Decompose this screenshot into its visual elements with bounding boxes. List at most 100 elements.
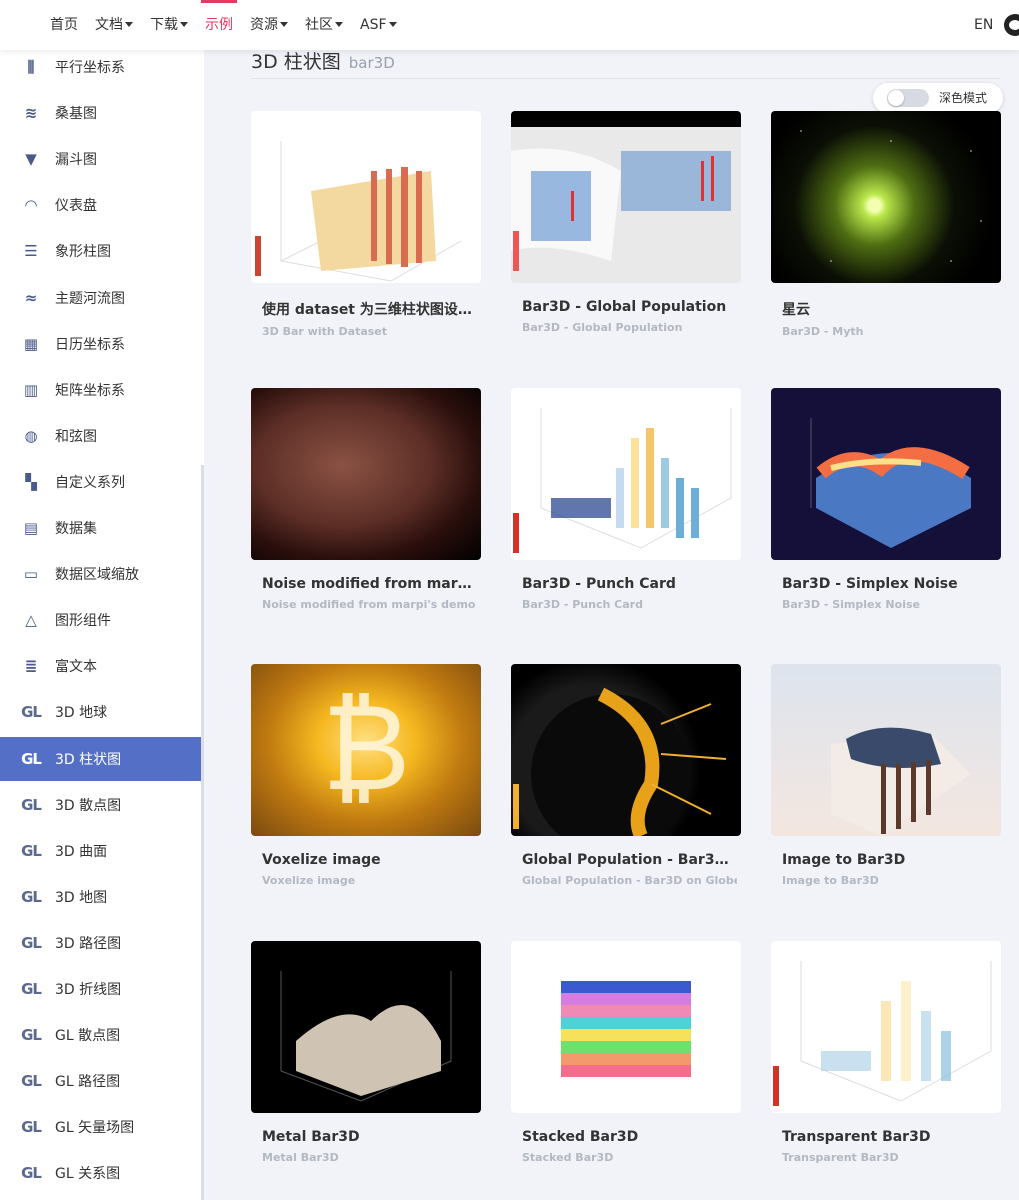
- toggle-switch[interactable]: [887, 89, 929, 107]
- sidebar-item[interactable]: GL 3D 路径图: [0, 921, 201, 965]
- example-card[interactable]: Stacked Bar3D Stacked Bar3D: [511, 941, 741, 1164]
- gl-icon: GL: [21, 1118, 42, 1136]
- example-title[interactable]: Image to Bar3D: [782, 852, 997, 868]
- sidebar-item-label: 矩阵坐标系: [55, 383, 125, 399]
- nav-community[interactable]: 社区: [305, 0, 343, 50]
- lang-switch[interactable]: EN: [974, 0, 993, 50]
- sidebar-scrollbar[interactable]: [201, 465, 204, 1200]
- sidebar-item[interactable]: GL 3D 柱状图: [0, 737, 201, 781]
- gl-icon: GL: [21, 842, 42, 860]
- example-card[interactable]: Global Population - Bar3D on Globe Global…: [511, 664, 741, 887]
- example-thumbnail[interactable]: [511, 941, 741, 1113]
- example-subtitle: Bar3D - Simplex Noise: [782, 598, 920, 611]
- github-icon[interactable]: [1004, 14, 1019, 36]
- nav-resources[interactable]: 资源: [250, 0, 288, 50]
- sidebar-item[interactable]: ▼ 漏斗图: [0, 137, 201, 181]
- example-card[interactable]: Noise modified from marpi's demo Noise mo…: [251, 388, 481, 611]
- example-thumbnail[interactable]: [771, 664, 1001, 836]
- sidebar-item-label: GL 散点图: [55, 1028, 121, 1044]
- example-title[interactable]: Noise modified from marpi's demo: [262, 576, 477, 592]
- example-card[interactable]: 使用 dataset 为三维柱状图设置数据 3D Bar with Dataset: [251, 111, 481, 338]
- example-card[interactable]: Bar3D - Simplex Noise Bar3D - Simplex Noi…: [771, 388, 1001, 611]
- sidebar-item[interactable]: ▦ 日历坐标系: [0, 322, 201, 366]
- nav-download[interactable]: 下载: [150, 0, 188, 50]
- nav-resources-label: 资源: [250, 17, 278, 33]
- sidebar-item[interactable]: GL GL 关系图: [0, 1151, 201, 1195]
- example-subtitle: Stacked Bar3D: [522, 1151, 614, 1164]
- example-subtitle: Voxelize image: [262, 874, 356, 887]
- lang-label: EN: [974, 17, 994, 33]
- example-card[interactable]: Bar3D - Global Population Bar3D - Global …: [511, 111, 741, 334]
- sidebar-item[interactable]: ≋ 桑基图: [0, 91, 201, 135]
- example-thumbnail[interactable]: [511, 388, 741, 560]
- parallel-icon: ⫼: [27, 58, 35, 76]
- sidebar-item[interactable]: GL 3D 散点图: [0, 783, 201, 827]
- example-subtitle: 3D Bar with Dataset: [262, 325, 388, 338]
- example-title[interactable]: 星云: [782, 299, 997, 319]
- sidebar-item[interactable]: ◍ 和弦图: [0, 414, 201, 458]
- sidebar-item-label: 象形柱图: [55, 244, 111, 260]
- sidebar-item[interactable]: GL GL 路径图: [0, 1059, 201, 1103]
- example-title[interactable]: Voxelize image: [262, 852, 477, 868]
- sidebar-item[interactable]: ◠ 仪表盘: [0, 183, 201, 227]
- nav-docs[interactable]: 文档: [95, 0, 133, 50]
- example-title[interactable]: Bar3D - Global Population: [522, 299, 737, 315]
- example-thumbnail[interactable]: [251, 941, 481, 1113]
- example-thumbnail[interactable]: [251, 388, 481, 560]
- sidebar-item-label: 主题河流图: [55, 291, 125, 307]
- example-thumbnail[interactable]: [771, 388, 1001, 560]
- example-card[interactable]: 星云 Bar3D - Myth: [771, 111, 1001, 338]
- example-subtitle: Noise modified from marpi's demo: [262, 598, 476, 611]
- calendar-icon: ▦: [23, 335, 39, 353]
- sidebar-item-label: 和弦图: [55, 429, 97, 445]
- example-thumbnail[interactable]: [771, 941, 1001, 1113]
- dark-mode-toggle[interactable]: 深色模式: [873, 83, 1003, 113]
- sidebar-item[interactable]: GL GL 散点图: [0, 1013, 201, 1057]
- example-title[interactable]: Bar3D - Punch Card: [522, 576, 737, 592]
- sidebar-item[interactable]: GL 3D 地球: [0, 690, 201, 734]
- example-subtitle: Bar3D - Punch Card: [522, 598, 643, 611]
- example-thumbnail[interactable]: [511, 664, 741, 836]
- example-card[interactable]: Metal Bar3D Metal Bar3D: [251, 941, 481, 1164]
- example-title[interactable]: 使用 dataset 为三维柱状图设置数据: [262, 299, 477, 319]
- sidebar-item[interactable]: GL GL 矢量场图: [0, 1105, 201, 1149]
- chevron-down-icon: [335, 22, 343, 27]
- sidebar-item[interactable]: GL 3D 折线图: [0, 967, 201, 1011]
- example-thumbnail[interactable]: ₿: [251, 664, 481, 836]
- sidebar-item[interactable]: GL 3D 地图: [0, 875, 201, 919]
- section-title-zh: 3D 柱状图: [251, 51, 341, 73]
- sidebar-item[interactable]: ▚ 自定义系列: [0, 460, 201, 504]
- example-title[interactable]: Transparent Bar3D: [782, 1129, 997, 1145]
- example-card[interactable]: Transparent Bar3D Transparent Bar3D: [771, 941, 1001, 1164]
- sidebar-item-label: GL 矢量场图: [55, 1120, 135, 1136]
- sidebar-item-label: 自定义系列: [55, 475, 125, 491]
- sidebar-item[interactable]: ▤ 数据集: [0, 506, 201, 550]
- example-thumbnail[interactable]: [511, 111, 741, 283]
- sidebar-item[interactable]: ≣ 富文本: [0, 644, 201, 688]
- example-card[interactable]: ₿ Voxelize image Voxelize image: [251, 664, 481, 887]
- sidebar-item[interactable]: ▭ 数据区域缩放: [0, 552, 201, 596]
- example-title[interactable]: Stacked Bar3D: [522, 1129, 737, 1145]
- sankey-icon: ≋: [24, 104, 38, 122]
- sidebar-item[interactable]: △ 图形组件: [0, 598, 201, 642]
- example-thumbnail[interactable]: [251, 111, 481, 283]
- sidebar-item-label: 仪表盘: [55, 198, 97, 214]
- sidebar-item[interactable]: ≈ 主题河流图: [0, 276, 201, 320]
- example-title[interactable]: Bar3D - Simplex Noise: [782, 576, 997, 592]
- example-title[interactable]: Global Population - Bar3D on Globe: [522, 852, 737, 868]
- nav-home[interactable]: 首页: [50, 0, 78, 50]
- sidebar-item[interactable]: ▥ 矩阵坐标系: [0, 368, 201, 412]
- sidebar-item[interactable]: ☰ 象形柱图: [0, 229, 201, 273]
- custom-series-icon: ▚: [25, 473, 37, 491]
- example-subtitle: Metal Bar3D: [262, 1151, 339, 1164]
- sidebar-item[interactable]: GL 3D 曲面: [0, 829, 201, 873]
- chevron-down-icon: [125, 22, 133, 27]
- nav-asf[interactable]: ASF: [360, 0, 397, 50]
- sidebar-item[interactable]: ⫼ 平行坐标系: [0, 50, 201, 89]
- nav-examples[interactable]: 示例: [201, 0, 237, 50]
- gl-icon: GL: [21, 1072, 42, 1090]
- example-thumbnail[interactable]: [771, 111, 1001, 283]
- example-title[interactable]: Metal Bar3D: [262, 1129, 477, 1145]
- example-card[interactable]: Bar3D - Punch Card Bar3D - Punch Card: [511, 388, 741, 611]
- example-card[interactable]: Image to Bar3D Image to Bar3D: [771, 664, 1001, 887]
